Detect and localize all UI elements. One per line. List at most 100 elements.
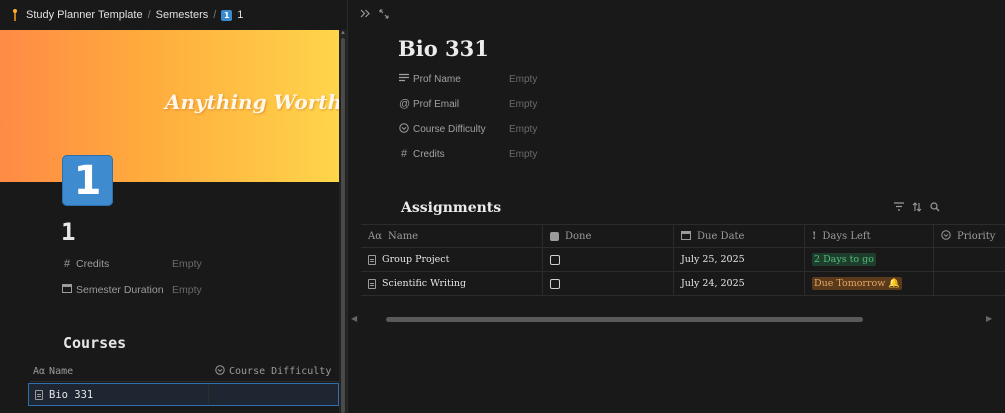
horizontal-scrollbar[interactable]: ◀ ▶ <box>348 312 1005 328</box>
days-left-cell: 2 Days to go <box>805 248 934 271</box>
property-credits[interactable]: # Credits Empty <box>62 258 202 270</box>
cover-image[interactable]: Anything Worth Having <box>0 30 339 182</box>
breadcrumb-item-current[interactable]: 1 1 <box>221 9 243 21</box>
property-value[interactable]: Empty <box>509 74 537 85</box>
column-header-done[interactable]: Done <box>543 225 674 247</box>
table-row[interactable]: Scientific Writing July 24, 2025 Due Tom… <box>361 272 1005 296</box>
horizontal-scrollbar-thumb[interactable] <box>386 317 863 322</box>
calendar-icon <box>681 230 691 243</box>
view-toolbar <box>894 202 940 215</box>
filter-icon[interactable] <box>894 202 904 215</box>
column-label: Course Difficulty <box>229 366 332 377</box>
side-peek-pane: Bio 331 Prof Name Empty @ Prof Email Empt… <box>347 0 1005 413</box>
property-value[interactable]: Empty <box>509 124 537 135</box>
column-header-name[interactable]: Aα Name <box>30 366 215 377</box>
property-prof-email[interactable]: @ Prof Email Empty <box>399 98 537 110</box>
page-icon-number-one[interactable]: 1 <box>62 155 113 206</box>
column-header-due-date[interactable]: Due Date <box>674 225 805 247</box>
column-label: Name <box>49 366 74 377</box>
scroll-up-arrow-icon[interactable]: ▲ <box>340 30 346 36</box>
left-page-pane: Study Planner Template / Semesters / 1 1… <box>0 0 339 413</box>
page-icon <box>368 278 376 289</box>
property-value[interactable]: Empty <box>509 149 537 160</box>
search-icon[interactable] <box>930 202 940 215</box>
column-label: Done <box>565 230 592 242</box>
property-value[interactable]: Empty <box>172 258 202 270</box>
scroll-right-arrow-icon[interactable]: ▶ <box>986 314 992 323</box>
number-one-icon: 1 <box>221 9 233 21</box>
cover-quote-text: Anything Worth Having <box>165 90 339 114</box>
scroll-left-arrow-icon[interactable]: ◀ <box>351 314 357 323</box>
hash-icon: # <box>63 258 71 270</box>
column-header-name[interactable]: Aα Name <box>361 225 543 247</box>
torch-icon <box>12 9 18 21</box>
property-label: Credits <box>413 148 445 160</box>
breadcrumb: Study Planner Template / Semesters / 1 1 <box>0 0 339 30</box>
assignment-name: Scientific Writing <box>382 278 467 289</box>
breadcrumb-separator: / <box>213 9 217 21</box>
vertical-scrollbar-thumb[interactable] <box>341 38 345 413</box>
calendar-icon <box>62 283 72 296</box>
assignment-name: Group Project <box>382 254 450 265</box>
courses-table-header: Aα Name Course Difficulty <box>30 362 339 382</box>
due-date-cell[interactable]: July 25, 2025 <box>674 248 805 271</box>
breadcrumb-item-study-planner[interactable]: Study Planner Template <box>12 9 143 21</box>
done-cell[interactable] <box>543 272 674 295</box>
table-row[interactable]: Bio 331 <box>28 383 339 406</box>
checkbox-property-icon <box>550 231 559 241</box>
column-label: Due Date <box>697 230 745 242</box>
done-checkbox[interactable] <box>550 254 560 265</box>
hash-icon: # <box>400 148 408 160</box>
formula-exclamation-icon: ! <box>812 230 817 242</box>
column-label: Priority <box>957 230 996 242</box>
breadcrumb-separator: / <box>147 9 151 21</box>
days-left-badge: Due Tomorrow 🔔 <box>812 277 903 290</box>
assignments-heading[interactable]: Assignments <box>401 200 501 216</box>
select-icon <box>399 123 409 136</box>
priority-cell[interactable] <box>934 272 1005 295</box>
due-date-cell[interactable]: July 24, 2025 <box>674 272 805 295</box>
property-label: Semester Duration <box>76 283 164 296</box>
column-header-course-difficulty[interactable]: Course Difficulty <box>215 365 331 378</box>
assignment-name-cell[interactable]: Group Project <box>361 248 543 271</box>
assignment-name-cell[interactable]: Scientific Writing <box>361 272 543 295</box>
course-name-cell[interactable]: Bio 331 <box>29 384 209 405</box>
property-value[interactable]: Empty <box>172 284 202 296</box>
property-course-difficulty[interactable]: Course Difficulty Empty <box>399 123 537 136</box>
breadcrumb-label: 1 <box>237 9 244 21</box>
breadcrumb-item-semesters[interactable]: Semesters <box>156 9 209 21</box>
expand-full-page-icon[interactable] <box>379 8 389 22</box>
breadcrumb-label: Study Planner Template <box>26 9 143 21</box>
column-label: Days Left <box>822 230 871 242</box>
days-left-badge: 2 Days to go <box>812 253 876 266</box>
column-header-days-left[interactable]: ! Days Left <box>805 225 934 247</box>
text-property-icon: Aα <box>33 366 46 377</box>
close-peek-chevrons-icon[interactable] <box>360 8 371 22</box>
page-title[interactable]: Bio 331 <box>398 36 489 61</box>
column-header-priority[interactable]: Priority <box>934 225 1005 247</box>
property-value[interactable]: Empty <box>509 99 537 110</box>
at-icon: @ <box>399 98 411 110</box>
priority-cell[interactable] <box>934 248 1005 271</box>
select-icon <box>215 365 225 378</box>
property-label: Prof Name <box>413 73 461 85</box>
table-row[interactable]: Group Project July 25, 2025 2 Days to go <box>361 248 1005 272</box>
sort-icon[interactable] <box>912 202 922 215</box>
page-icon <box>35 389 43 400</box>
property-semester-duration[interactable]: Semester Duration Empty <box>62 283 202 296</box>
property-label: Course Difficulty <box>413 124 486 135</box>
done-cell[interactable] <box>543 248 674 271</box>
peek-controls <box>360 8 389 22</box>
page-icon <box>368 254 376 265</box>
property-credits[interactable]: # Credits Empty <box>399 148 537 160</box>
breadcrumb-label: Semesters <box>155 9 209 21</box>
column-label: Name <box>387 230 419 242</box>
property-prof-name[interactable]: Prof Name Empty <box>399 73 537 85</box>
page-title[interactable]: 1 <box>61 218 75 246</box>
days-left-cell: Due Tomorrow 🔔 <box>805 272 934 295</box>
courses-heading[interactable]: Courses <box>63 334 126 352</box>
property-label: Credits <box>76 258 110 270</box>
assignments-table: Aα Name Done Due Date ! Days Left Priori… <box>361 224 1005 296</box>
done-checkbox[interactable] <box>550 278 560 289</box>
select-icon <box>941 229 951 243</box>
